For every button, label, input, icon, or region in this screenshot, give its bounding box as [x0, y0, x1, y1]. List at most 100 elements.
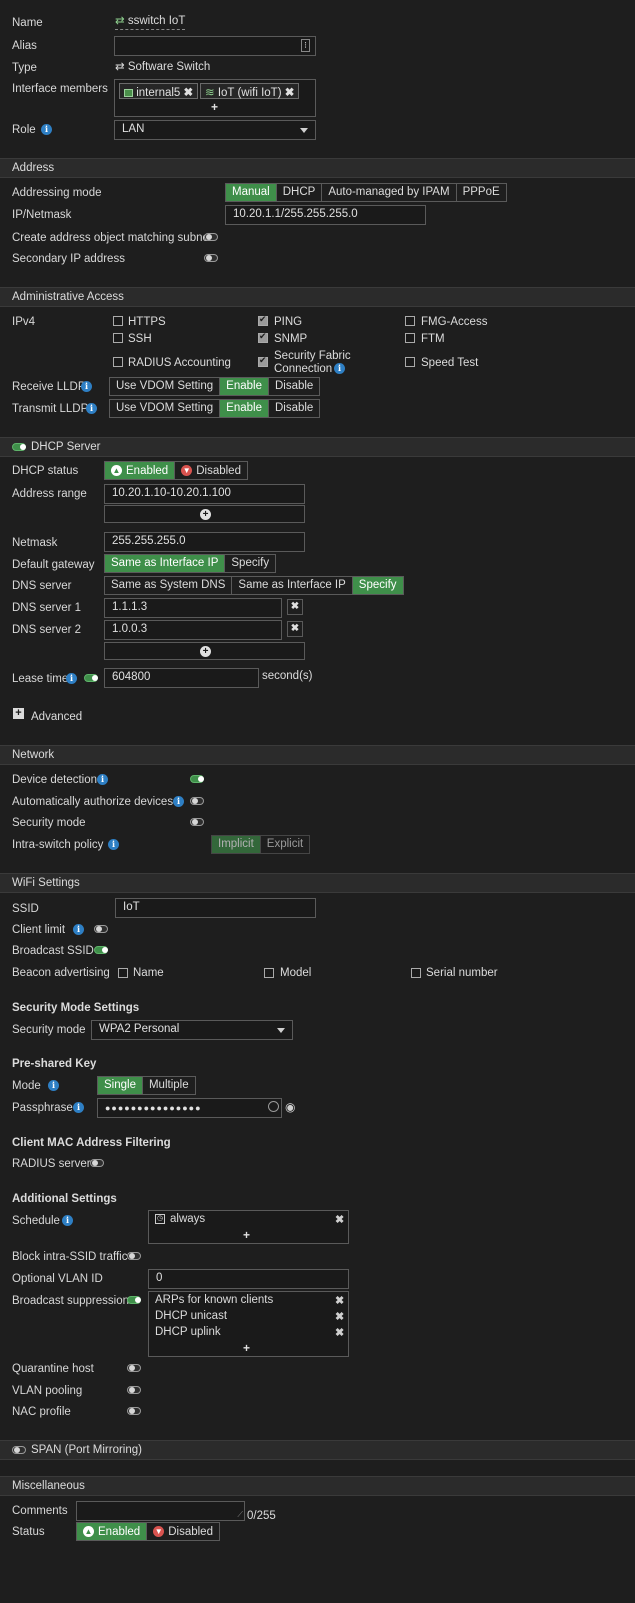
psk-single-button[interactable]: Single — [98, 1077, 143, 1094]
transmit-lldp-vdom-button[interactable]: Use VDOM Setting — [110, 400, 221, 417]
radius-accounting-checkbox[interactable] — [113, 357, 123, 367]
nac-profile-toggle[interactable] — [127, 1407, 141, 1415]
radius-server-toggle[interactable] — [90, 1159, 104, 1167]
passphrase-input[interactable]: ●●●●●●●●●●●●●●● — [97, 1098, 282, 1118]
mode-ipam-button[interactable]: Auto-managed by IPAM — [322, 184, 457, 201]
auto-authorize-toggle[interactable] — [190, 797, 204, 805]
info-icon[interactable]: i — [97, 774, 108, 785]
broadcast-suppression-toggle[interactable] — [127, 1296, 141, 1304]
remove-icon[interactable]: ✖ — [335, 1213, 344, 1226]
speed-test-checkbox[interactable] — [405, 357, 415, 367]
gateway-same-as-interface-button[interactable]: Same as Interface IP — [105, 555, 226, 572]
name-field[interactable]: ⇄ sswitch IoT — [115, 13, 186, 30]
create-address-object-toggle[interactable] — [204, 233, 218, 241]
broadcast-suppression-box[interactable]: ARPs for known clients ✖ DHCP unicast ✖ … — [148, 1291, 349, 1357]
remove-icon[interactable]: ✖ — [285, 87, 295, 99]
status-enabled-button[interactable]: ▲ Enabled — [77, 1523, 147, 1540]
beacon-model-checkbox[interactable] — [264, 968, 274, 978]
dns-same-as-system-button[interactable]: Same as System DNS — [105, 577, 233, 594]
lease-time-input[interactable]: 604800 — [104, 668, 259, 688]
span-toggle[interactable] — [12, 1446, 26, 1454]
mode-dhcp-button[interactable]: DHCP — [276, 184, 323, 201]
fmg-access-checkbox[interactable] — [405, 316, 415, 326]
security-mode-toggle[interactable] — [190, 818, 204, 826]
remove-dns-2-icon[interactable]: ✖ — [287, 621, 303, 637]
info-icon[interactable]: i — [73, 924, 84, 935]
quarantine-host-toggle[interactable] — [127, 1364, 141, 1372]
info-icon[interactable]: i — [334, 363, 345, 374]
remove-icon[interactable]: ✖ — [184, 87, 194, 99]
member-tag-internal5[interactable]: internal5 ✖ — [119, 83, 199, 99]
secondary-ip-toggle[interactable] — [204, 254, 218, 262]
info-icon[interactable]: i — [41, 124, 52, 135]
info-icon[interactable]: i — [48, 1080, 59, 1091]
ssid-input[interactable]: IoT — [115, 898, 316, 918]
receive-lldp-vdom-button[interactable]: Use VDOM Setting — [110, 378, 221, 395]
netmask-input[interactable]: 255.255.255.0 — [104, 532, 305, 552]
dhcp-disabled-button[interactable]: ▼ Disabled — [174, 462, 247, 479]
dhcp-enabled-button[interactable]: ▲ Enabled — [105, 462, 175, 479]
client-limit-toggle[interactable] — [94, 925, 108, 933]
dns-specify-button[interactable]: Specify — [352, 577, 403, 594]
ping-checkbox[interactable] — [258, 314, 268, 326]
lease-time-toggle[interactable] — [84, 674, 98, 682]
device-detection-toggle[interactable] — [190, 775, 204, 783]
receive-lldp-enable-button[interactable]: Enable — [220, 378, 269, 395]
ftm-checkbox[interactable] — [405, 333, 415, 343]
status-disabled-button[interactable]: ▼ Disabled — [146, 1523, 219, 1540]
transmit-lldp-enable-button[interactable]: Enable — [220, 400, 269, 417]
info-icon[interactable]: i — [108, 839, 119, 850]
mode-manual-button[interactable]: Manual — [226, 184, 277, 201]
remove-icon[interactable]: ✖ — [335, 1310, 344, 1323]
explicit-button[interactable]: Explicit — [260, 836, 310, 853]
implicit-button[interactable]: Implicit — [212, 836, 261, 853]
add-bcast-icon[interactable]: + — [243, 1341, 250, 1355]
members-box[interactable]: internal5 ✖ ≋ IoT (wifi IoT) ✖ + — [114, 79, 316, 117]
ip-netmask-input[interactable]: 10.20.1.1/255.255.255.0 — [225, 205, 426, 225]
dhcp-server-toggle[interactable] — [12, 443, 26, 451]
info-icon[interactable]: i — [62, 1215, 73, 1226]
add-range-button[interactable]: + — [104, 505, 305, 523]
https-checkbox[interactable] — [113, 316, 123, 326]
mode-pppoe-button[interactable]: PPPoE — [456, 184, 506, 201]
beacon-serial-checkbox[interactable] — [411, 968, 421, 978]
dns-same-as-interface-button[interactable]: Same as Interface IP — [232, 577, 353, 594]
remove-dns-1-icon[interactable]: ✖ — [287, 599, 303, 615]
vlan-id-input[interactable]: 0 — [148, 1269, 349, 1289]
transmit-lldp-disable-button[interactable]: Disable — [268, 400, 320, 417]
add-schedule-icon[interactable]: + — [243, 1228, 250, 1242]
resize-handle-icon[interactable]: ⟋ — [237, 1510, 243, 1520]
receive-lldp-disable-button[interactable]: Disable — [268, 378, 320, 395]
add-dns-button[interactable]: + — [104, 642, 305, 660]
comments-textarea[interactable]: ⟋ — [76, 1501, 245, 1521]
info-icon[interactable]: i — [86, 403, 97, 414]
beacon-name-checkbox[interactable] — [118, 968, 128, 978]
gateway-specify-button[interactable]: Specify — [225, 555, 276, 572]
remove-icon[interactable]: ✖ — [335, 1326, 344, 1339]
dns-server-2-input[interactable]: 1.0.0.3 — [104, 620, 282, 640]
info-icon[interactable]: i — [173, 796, 184, 807]
psk-multiple-button[interactable]: Multiple — [142, 1077, 195, 1094]
wifi-security-mode-select[interactable]: WPA2 Personal — [91, 1020, 293, 1040]
alias-input[interactable]: ⁝ — [114, 36, 316, 56]
show-password-icon[interactable]: ◉ — [285, 1100, 295, 1114]
add-member-icon[interactable]: + — [211, 100, 218, 114]
advanced-toggle[interactable]: Advanced — [31, 711, 82, 723]
info-icon[interactable]: i — [66, 673, 77, 684]
security-fabric-checkbox[interactable] — [258, 355, 268, 367]
dns-server-1-input[interactable]: 1.1.1.3 — [104, 598, 282, 618]
info-icon[interactable]: i — [81, 381, 92, 392]
remove-icon[interactable]: ✖ — [335, 1294, 344, 1307]
broadcast-ssid-toggle[interactable] — [94, 946, 108, 954]
schedule-box[interactable]: ◷ always ✖ + — [148, 1210, 349, 1244]
vlan-pooling-toggle[interactable] — [127, 1386, 141, 1394]
address-range-input[interactable]: 10.20.1.10-10.20.1.100 — [104, 484, 305, 504]
member-tag-iot[interactable]: ≋ IoT (wifi IoT) ✖ — [200, 83, 300, 99]
snmp-checkbox[interactable] — [258, 331, 268, 343]
role-select[interactable]: LAN — [114, 120, 316, 140]
ssh-checkbox[interactable] — [113, 333, 123, 343]
expand-icon[interactable]: + — [13, 708, 24, 719]
block-intra-ssid-toggle[interactable] — [127, 1252, 141, 1260]
info-icon[interactable]: i — [73, 1102, 84, 1113]
pre-shared-key-heading: Pre-shared Key — [12, 1058, 97, 1070]
